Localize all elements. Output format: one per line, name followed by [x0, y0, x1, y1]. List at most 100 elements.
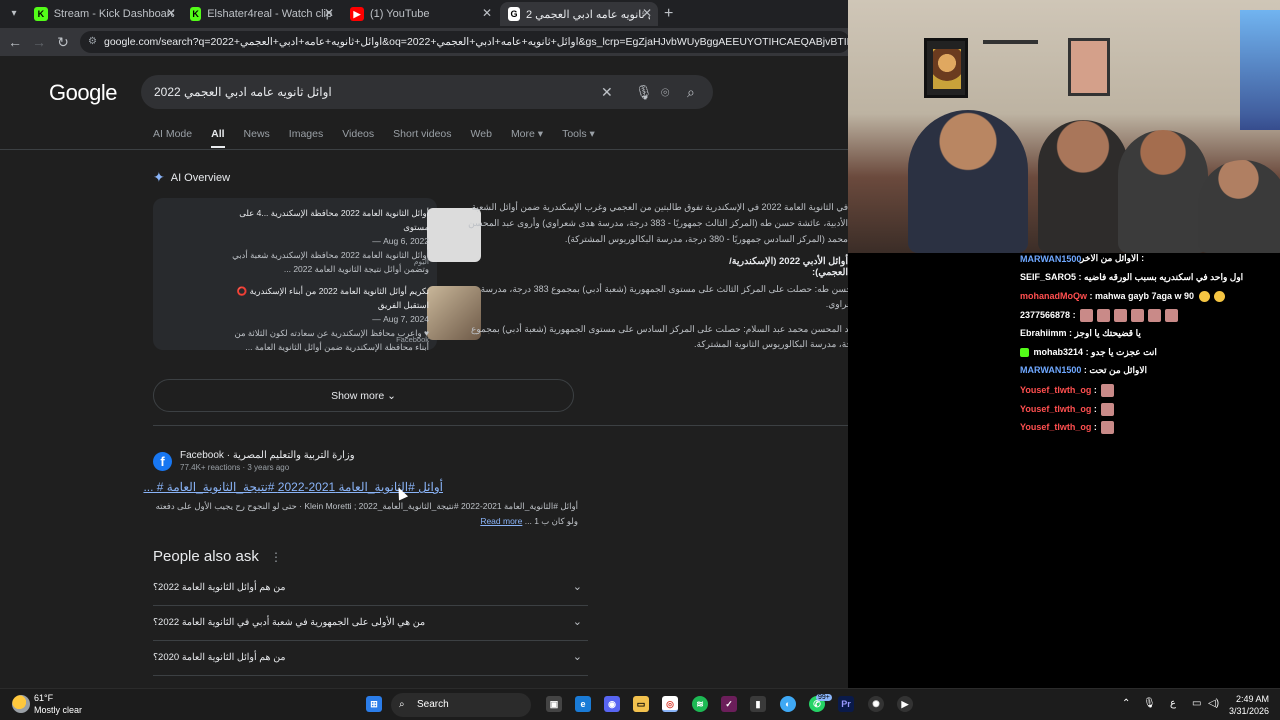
media-player-icon[interactable]: ▶ — [897, 696, 913, 712]
divider — [0, 149, 848, 150]
weather-icon — [12, 695, 30, 713]
emote-icon — [1101, 421, 1115, 434]
app-icon[interactable]: ✓ — [721, 696, 737, 712]
volume-icon[interactable]: ◁) — [1208, 698, 1219, 709]
lens-icon[interactable]: ⌾ — [661, 75, 669, 109]
app-icon[interactable]: ▮ — [750, 696, 766, 712]
language-indicator[interactable]: ع — [1170, 698, 1176, 709]
chat-message: Yousef_tlwth_og : — [1020, 403, 1280, 416]
filter-news[interactable]: News — [244, 128, 270, 148]
person — [908, 110, 1028, 253]
taskbar: 61°F Mostly clear ⊞ ⌕ Search ▣ e ◉ ▭ ◎ ≋… — [0, 688, 1280, 720]
tab-kick-clips[interactable]: K Elshater4real - Watch clips on K ✕ — [182, 2, 340, 26]
person — [1038, 120, 1128, 253]
person — [1118, 130, 1208, 253]
site-info-icon[interactable]: ⚙ — [88, 31, 97, 53]
wall-poster — [924, 38, 968, 98]
chevron-down-icon: ⌄ — [572, 651, 582, 663]
paa-question[interactable]: من هي الأولى على الجمهورية في شعبة أدبي … — [153, 606, 588, 641]
chat-message: SEIF_SARO5 : اول واحد في اسكندريه بسبب ا… — [1020, 272, 1244, 282]
tab-kick-dashboard[interactable]: K Stream - Kick Dashboard ✕ — [26, 2, 182, 26]
filter-short-videos[interactable]: Short videos — [393, 128, 451, 148]
filter-more[interactable]: More ▾ — [511, 128, 543, 148]
tab-google-search[interactable]: G اوائل ثانويه عامه ادبي العجمي 2 ✕ — [500, 2, 658, 26]
filter-ai-mode[interactable]: AI Mode — [153, 128, 192, 148]
app-icon[interactable]: ◐ — [780, 696, 796, 712]
task-view-icon[interactable]: ▣ — [546, 696, 562, 712]
divider — [153, 425, 848, 426]
file-explorer-icon[interactable]: ▭ — [633, 696, 649, 712]
premiere-icon[interactable]: Pr — [838, 696, 854, 712]
ai-source-cards: أوائل الثانوية العامة 2022 محافظة الإسكن… — [153, 198, 481, 352]
back-icon[interactable]: ← — [6, 33, 24, 51]
network-icon[interactable]: ▭ — [1192, 698, 1201, 709]
chat-message: mohab3214 : انت عجزت يا جدو — [1020, 347, 1280, 358]
tab-strip: ▾ K Stream - Kick Dashboard ✕ K Elshater… — [0, 0, 848, 28]
discord-icon[interactable]: ◉ — [604, 696, 620, 712]
chrome-window: ▾ K Stream - Kick Dashboard ✕ K Elshater… — [0, 0, 848, 688]
close-icon[interactable]: ✕ — [482, 6, 492, 20]
chat-message: MARWAN1500 — [1020, 254, 1082, 264]
emote-icon — [1101, 403, 1115, 416]
people-also-ask-heading: People also ask — [153, 548, 259, 565]
tray-chevron-icon[interactable]: ⌃ — [1122, 698, 1130, 709]
filter-images[interactable]: Images — [289, 128, 323, 148]
clear-icon[interactable]: ✕ — [601, 75, 613, 109]
ai-source-card[interactable]: تكريم أوائل الثانوية العامة 2022 من أبنا… — [163, 284, 481, 352]
show-more-button[interactable]: Show more ⌄ — [153, 379, 574, 412]
ai-bullet: عائشة حسن طه: حصلت على المركز الثالث على… — [480, 284, 848, 309]
wall-poster — [1068, 38, 1110, 96]
webcam-feed — [848, 0, 1280, 253]
ai-overview-subheading: أوائل الأدبي 2022 (الإسكندرية/العجمي): — [729, 256, 848, 278]
facebook-icon: f — [153, 452, 172, 471]
emote-icon — [1148, 309, 1162, 322]
ai-overview-header: ✦ AI Overview — [153, 169, 231, 185]
microphone-icon[interactable]: 🎙 — [1143, 698, 1156, 709]
ai-source-card[interactable]: أوائل الثانوية العامة 2022 محافظة الإسكن… — [163, 206, 481, 274]
read-more-link[interactable]: Read more — [480, 516, 522, 526]
chat-message: 2377566878 : — [1020, 309, 1280, 322]
forward-icon[interactable]: → — [30, 33, 48, 51]
emote-icon — [1080, 309, 1094, 322]
emote-icon — [1165, 309, 1179, 322]
close-icon[interactable]: ✕ — [166, 6, 176, 20]
edge-icon[interactable]: e — [575, 696, 591, 712]
filter-tools[interactable]: Tools ▾ — [562, 128, 595, 148]
more-options-icon[interactable]: ⋮ — [270, 550, 282, 564]
close-icon[interactable]: ✕ — [642, 6, 652, 20]
paa-question[interactable]: من هم أوائل الثانوية العامة 2020؟ ⌄ — [153, 641, 588, 676]
chat-message: Ebrahiimm : يا قضيحتك يا اوجز — [1020, 328, 1141, 338]
kick-icon: K — [190, 7, 202, 21]
google-logo[interactable]: Google — [49, 80, 117, 106]
taskbar-search[interactable]: ⌕ Search — [391, 693, 531, 717]
google-icon: G — [508, 7, 520, 21]
new-tab-button[interactable]: + — [664, 5, 673, 23]
filter-web[interactable]: Web — [471, 128, 492, 148]
desktop: ▾ K Stream - Kick Dashboard ✕ K Elshater… — [0, 0, 1280, 720]
tab-search-icon[interactable]: ▾ — [6, 6, 22, 22]
emote-icon — [1114, 309, 1128, 322]
start-icon[interactable]: ⊞ — [366, 696, 382, 712]
tab-youtube[interactable]: ▶ (1) YouTube ✕ — [342, 2, 498, 26]
system-clock[interactable]: 2:49 AM 3/31/2026 — [1225, 693, 1269, 717]
reload-icon[interactable]: ↻ — [54, 33, 72, 51]
notification-badge: 99+ — [816, 694, 832, 701]
spotify-icon[interactable]: ≋ — [692, 696, 708, 712]
youtube-icon: ▶ — [350, 7, 364, 21]
chat-message: Yousef_tlwth_og : — [1020, 384, 1280, 397]
microphone-icon[interactable]: 🎙 — [635, 75, 653, 109]
search-input[interactable]: اوائل ثانويه عامه ادبي العجمي 2022 ✕ 🎙 ⌾… — [141, 75, 713, 109]
filter-videos[interactable]: Videos — [342, 128, 374, 148]
neon-light — [1240, 10, 1280, 130]
address-bar[interactable]: ⚙ google.com/search?q=اوائل+ثانويه+عامه+… — [80, 31, 848, 53]
chat-message: MARWAN1500 : الاوائل من تحت — [1020, 365, 1148, 375]
search-icon[interactable]: ⌕ — [687, 75, 695, 109]
subscriber-badge-icon — [1020, 348, 1029, 358]
emote-icon — [1198, 291, 1210, 303]
chrome-icon[interactable]: ◎ — [662, 696, 678, 712]
app-icon[interactable]: ✺ — [868, 696, 884, 712]
close-icon[interactable]: ✕ — [324, 6, 334, 20]
filter-all[interactable]: All — [211, 128, 225, 148]
ai-overview-summary: في الثانوية العامة 2022 في الإسكندرية تف… — [468, 202, 848, 244]
paa-question[interactable]: من هم أوائل الثانوية العامة 2022؟ ⌄ — [153, 571, 588, 606]
